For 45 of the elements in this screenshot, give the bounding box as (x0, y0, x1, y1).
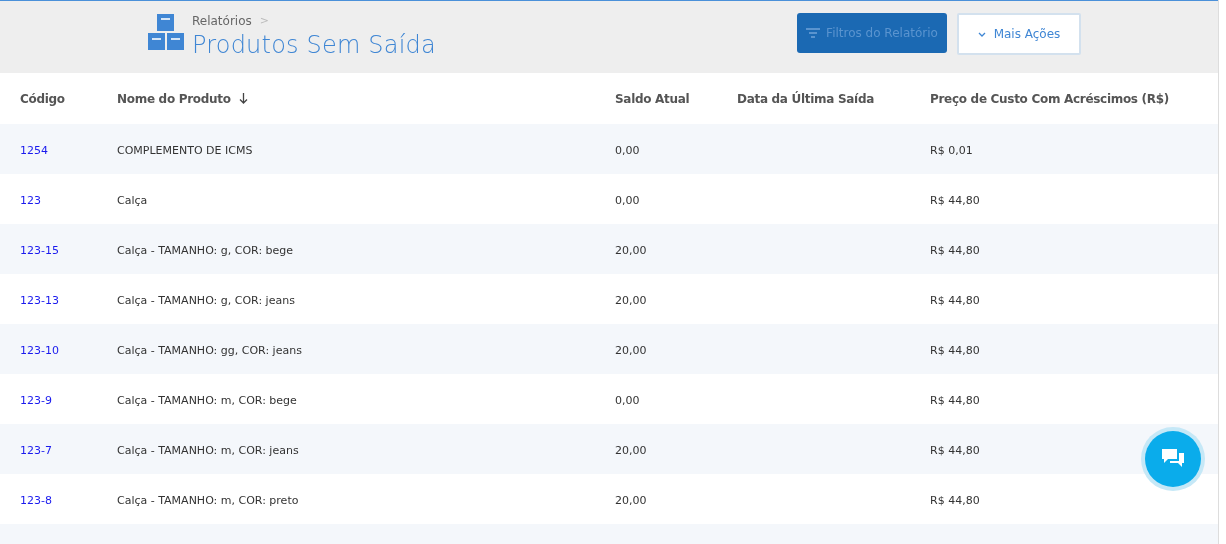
column-header[interactable]: Código (20, 89, 65, 108)
table-cell: 20,00 (615, 444, 647, 457)
table-cell: Calça - TAMANHO: g, COR: bege (117, 244, 294, 257)
table-cell: Calça - TAMANHO: m, COR: preto (117, 494, 299, 507)
product-code-link[interactable]: 123-9 (20, 394, 52, 407)
column-header[interactable]: Nome do Produto (117, 89, 231, 108)
boxes-icon (148, 14, 184, 52)
table-cell: Calça - TAMANHO: gg, COR: jeans (117, 344, 302, 357)
product-code-link[interactable]: 123-15 (20, 244, 59, 257)
chevron-down-icon (977, 31, 986, 37)
product-code-link[interactable]: 1254 (20, 144, 48, 157)
table-cell: COMPLEMENTO DE ICMS (117, 144, 253, 157)
table-cell: Calça - TAMANHO: g, COR: jeans (117, 294, 295, 307)
table-cell: 0,00 (615, 194, 640, 207)
filter-icon (806, 27, 821, 39)
column-header[interactable]: Preço de Custo Com Acréscimos (R$) (930, 89, 1169, 108)
table-cell: 0,00 (615, 394, 640, 407)
table-cell: 20,00 (615, 244, 647, 257)
table-cell: 0,00 (615, 144, 640, 157)
product-code-link[interactable]: 123-10 (20, 344, 59, 357)
table-cell: Calça (117, 194, 148, 207)
table-cell: 20,00 (615, 344, 647, 357)
table-cell: R$ 44,80 (930, 494, 980, 507)
table-cell: R$ 44,80 (930, 344, 980, 357)
breadcrumb-link[interactable]: Relatórios (192, 12, 252, 30)
table-cell: R$ 44,80 (930, 394, 980, 407)
product-code-link[interactable]: 123-8 (20, 494, 52, 507)
more-actions-button[interactable]: Mais Ações (957, 13, 1081, 55)
table-cell: R$ 44,80 (930, 444, 980, 457)
table-cell: Calça - TAMANHO: m, COR: jeans (117, 444, 299, 457)
product-code-link[interactable]: 123 (20, 194, 41, 207)
table-cell: R$ 0,01 (930, 144, 973, 157)
sort-arrow-icon (238, 93, 248, 104)
table-cell: R$ 44,80 (930, 244, 980, 257)
table-cell: R$ 44,80 (930, 194, 980, 207)
page-title: Produtos Sem Saída (192, 30, 436, 60)
table-cell: R$ 44,80 (930, 294, 980, 307)
product-code-link[interactable]: 123-7 (20, 444, 52, 457)
breadcrumb-separator: > (259, 12, 269, 29)
column-header[interactable]: Data da Última Saída (737, 89, 874, 108)
column-header[interactable]: Saldo Atual (615, 89, 690, 108)
table-cell: 20,00 (615, 294, 647, 307)
table-cell: 20,00 (615, 494, 647, 507)
table-cell: Calça - TAMANHO: m, COR: bege (117, 394, 297, 407)
product-code-link[interactable]: 123-13 (20, 294, 59, 307)
